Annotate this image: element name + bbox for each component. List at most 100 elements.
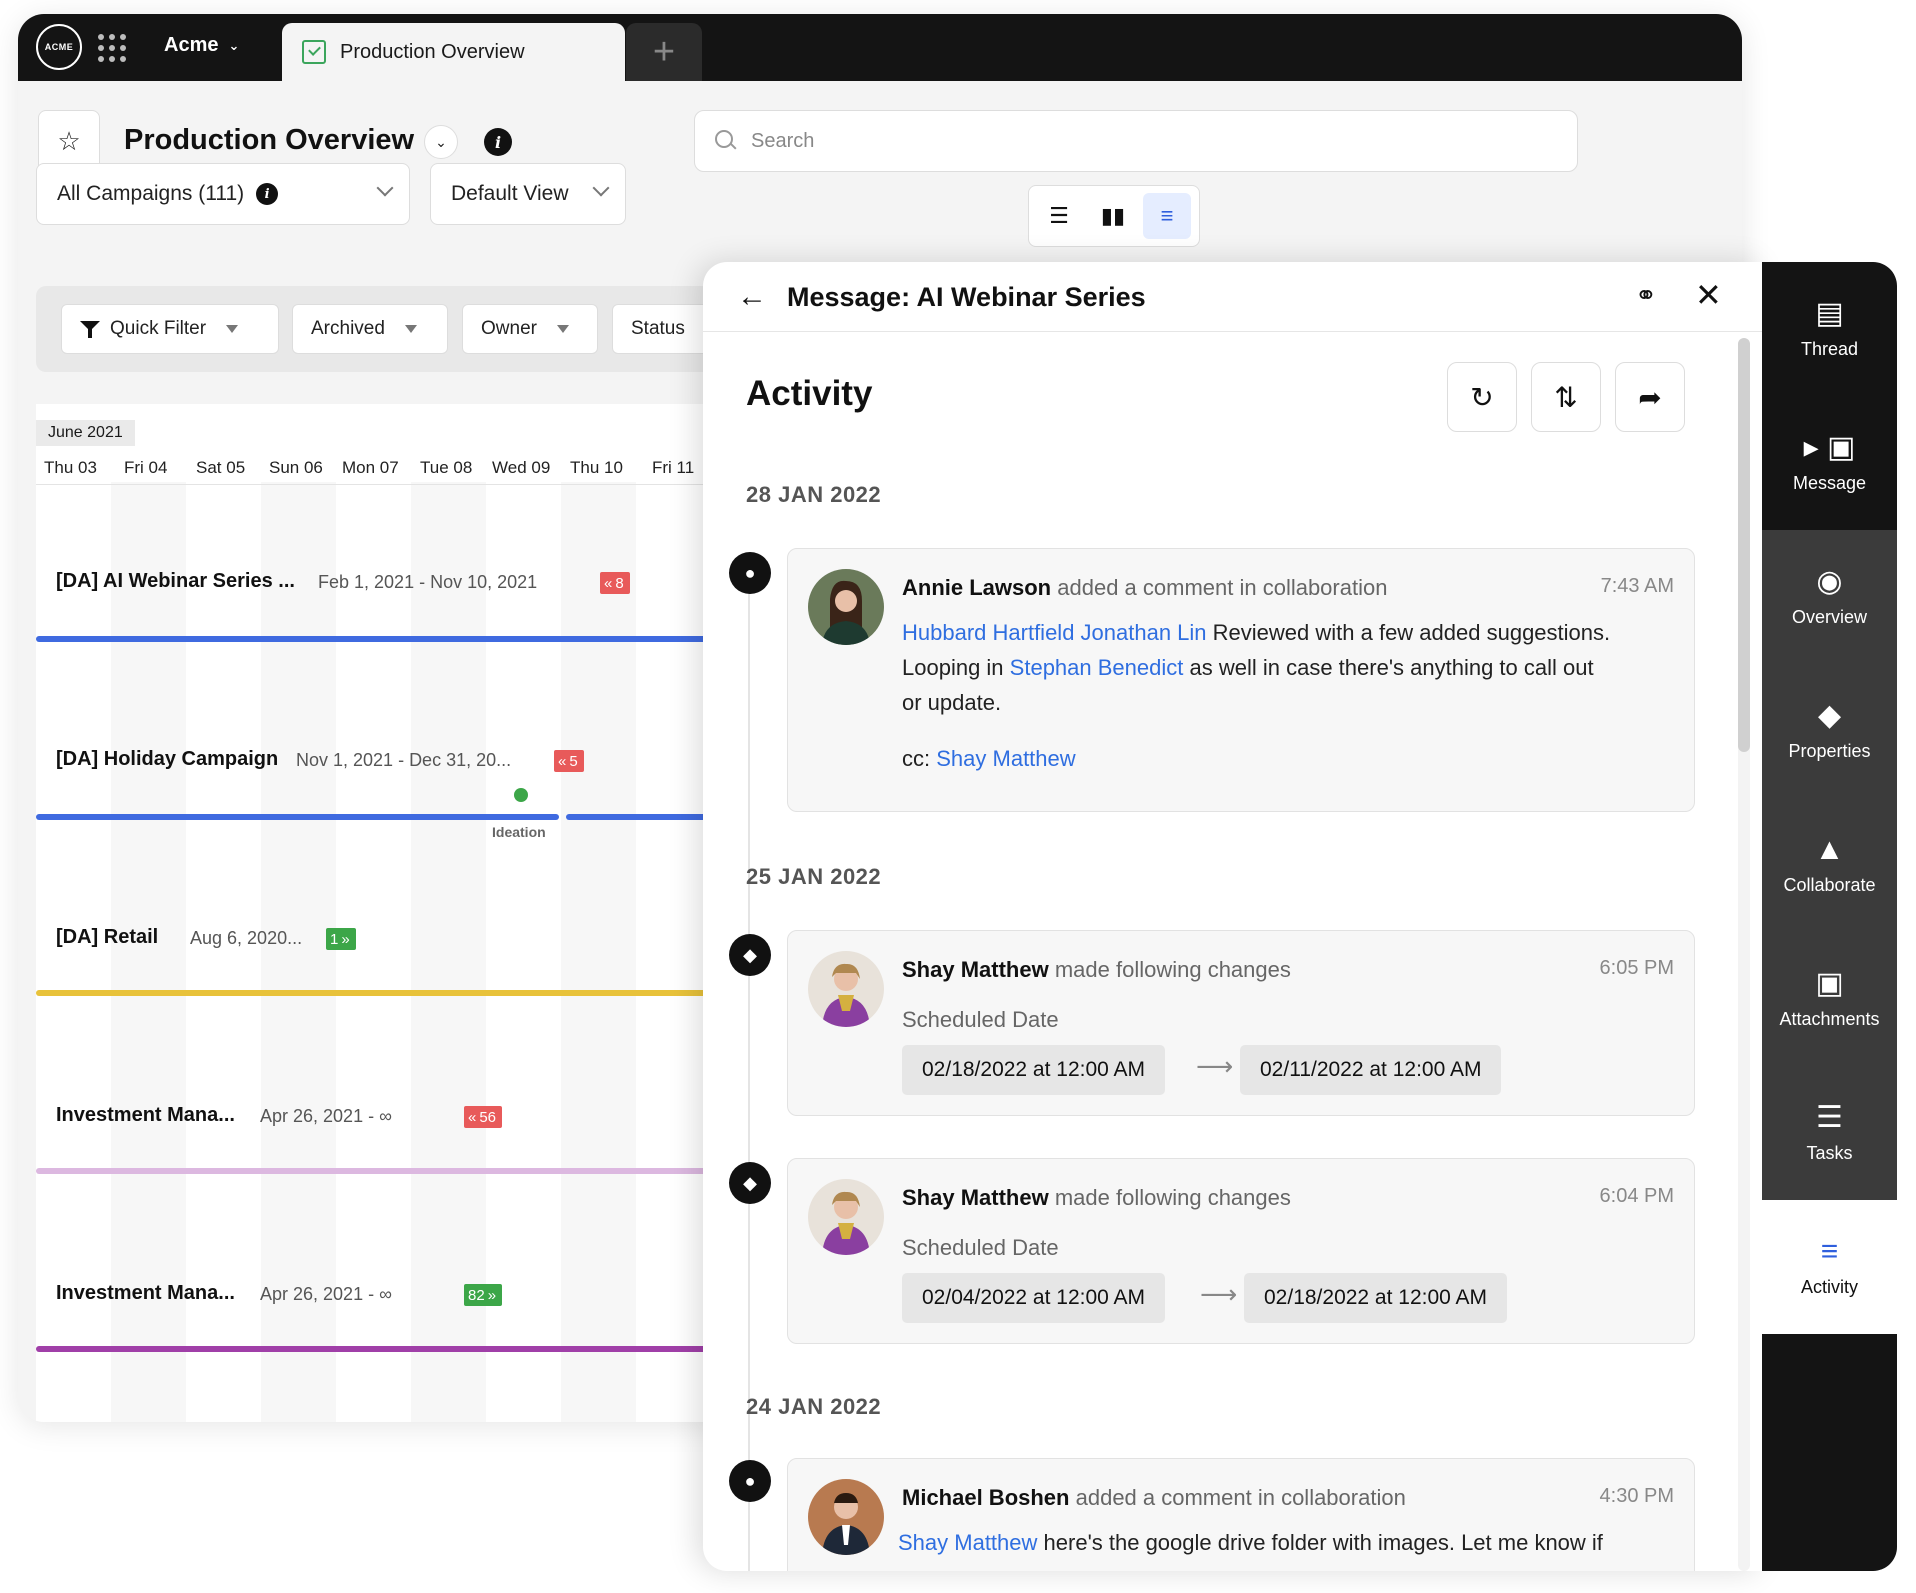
quick-filter-label: Quick Filter: [110, 318, 207, 339]
calendar-day: Fri 04: [124, 458, 168, 477]
archived-filter-button[interactable]: Archived: [292, 304, 448, 354]
comment-line: Reviewed with a few added suggestions.: [1212, 620, 1611, 645]
campaign-row-title[interactable]: [DA] AI Webinar Series ...: [56, 570, 295, 593]
activity-card: Annie Lawson added a comment in collabor…: [787, 548, 1695, 812]
owner-filter-label: Owner: [481, 318, 537, 339]
user-name[interactable]: Shay Matthew: [902, 957, 1049, 982]
user-name[interactable]: Shay Matthew: [902, 1185, 1049, 1210]
info-icon[interactable]: i: [484, 128, 512, 156]
side-rail: ▤ Thread ▸ ▣ Message ◉ Overview ◆ Proper…: [1762, 262, 1897, 1571]
org-switcher[interactable]: Acme ⌄: [164, 34, 239, 57]
mention-link[interactable]: Hubbard Hartfield Jonathan Lin: [902, 620, 1207, 645]
org-name: Acme: [164, 34, 219, 56]
rail-item-collaborate[interactable]: ▲ Collaborate: [1762, 798, 1897, 932]
title-menu-button[interactable]: ⌄: [424, 125, 458, 159]
back-button[interactable]: ←: [737, 280, 767, 314]
campaign-row-title[interactable]: Investment Mana...: [56, 1104, 235, 1127]
rail-item-attachments[interactable]: ▣ Attachments: [1762, 932, 1897, 1066]
tag-icon: ◆: [729, 1162, 771, 1204]
share-icon: ⚭: [1635, 280, 1657, 310]
campaign-bar[interactable]: [36, 990, 736, 996]
arrow-right-icon: ⟶: [1196, 1051, 1234, 1081]
calendar-day: Sat 05: [196, 458, 246, 477]
campaign-bar[interactable]: [36, 1346, 736, 1352]
add-tab-button[interactable]: +: [626, 23, 702, 81]
app-grid-icon[interactable]: [98, 34, 126, 62]
sort-button[interactable]: ⇅: [1531, 362, 1601, 432]
share-button[interactable]: ⚭: [1635, 280, 1657, 311]
overdue-badge[interactable]: «56: [464, 1106, 503, 1128]
user-name[interactable]: Michael Boshen: [902, 1485, 1069, 1510]
campaign-selector[interactable]: All Campaigns (111) i: [36, 163, 410, 225]
owner-filter-button[interactable]: Owner: [462, 304, 598, 354]
acme-logo[interactable]: ACME: [36, 24, 82, 70]
calendar-month: June 2021: [36, 420, 135, 446]
milestone-dot[interactable]: [514, 788, 528, 802]
double-chevron-left-icon: «: [604, 574, 613, 592]
close-button[interactable]: ✕: [1695, 276, 1722, 314]
view-selector[interactable]: Default View: [430, 163, 626, 225]
archived-filter-label: Archived: [311, 318, 385, 339]
avatar[interactable]: [808, 951, 884, 1027]
quick-filter-button[interactable]: Quick Filter: [61, 304, 279, 354]
rail-item-thread[interactable]: ▤ Thread: [1762, 262, 1897, 396]
date-heading: 24 JAN 2022: [746, 1394, 882, 1419]
double-chevron-left-icon: «: [558, 752, 567, 770]
mention-link[interactable]: Stephan Benedict: [1010, 655, 1184, 680]
campaign-row-title[interactable]: [DA] Retail: [56, 926, 158, 949]
export-button[interactable]: ➦: [1615, 362, 1685, 432]
rail-item-message[interactable]: ▸ ▣ Message: [1762, 396, 1897, 530]
sliders-icon: ≡: [1160, 203, 1174, 228]
avatar[interactable]: [808, 569, 884, 645]
activity-time: 4:30 PM: [1599, 1485, 1674, 1507]
overdue-badge[interactable]: «8: [600, 572, 630, 594]
activity-summary: Michael Boshen added a comment in collab…: [902, 1485, 1406, 1511]
board-view-button[interactable]: ▮▮: [1089, 193, 1137, 239]
rail-item-overview[interactable]: ◉ Overview: [1762, 530, 1897, 664]
mention-link[interactable]: Shay Matthew: [936, 746, 1075, 771]
badge-count: 56: [479, 1108, 497, 1126]
campaign-row-dates: Aug 6, 2020...: [190, 928, 303, 948]
badge-count: 5: [569, 752, 578, 770]
kanban-icon: ▮▮: [1100, 203, 1126, 228]
campaign-row-title[interactable]: Investment Mana...: [56, 1282, 235, 1305]
tab-production-overview[interactable]: Production Overview: [282, 23, 625, 81]
new-value-chip: 02/11/2022 at 12:00 AM: [1240, 1045, 1502, 1095]
export-icon: ➦: [1638, 381, 1662, 413]
calendar-day: Mon 07: [342, 458, 399, 477]
ahead-badge[interactable]: 82»: [464, 1284, 503, 1306]
avatar[interactable]: [808, 1479, 884, 1555]
overdue-badge[interactable]: «5: [554, 750, 584, 772]
rail-item-tasks[interactable]: ☰ Tasks: [1762, 1066, 1897, 1200]
activity-card: Shay Matthew made following changes 6:05…: [787, 930, 1695, 1116]
ahead-badge[interactable]: 1»: [326, 928, 356, 950]
attachments-icon: ▣: [1815, 966, 1844, 1000]
user-name[interactable]: Annie Lawson: [902, 575, 1051, 600]
activity-time: 6:04 PM: [1599, 1185, 1674, 1207]
scrollbar-thumb[interactable]: [1738, 338, 1750, 752]
activity-action: made following changes: [1054, 957, 1291, 982]
refresh-button[interactable]: ↻: [1447, 362, 1517, 432]
sort-icon: ⇅: [1554, 381, 1578, 413]
campaign-row-title[interactable]: [DA] Holiday Campaign: [56, 748, 278, 771]
info-icon[interactable]: i: [256, 183, 279, 205]
timeline-view-button[interactable]: ≡: [1143, 193, 1191, 239]
comment-line: as well in case there's anything to call…: [1189, 655, 1594, 680]
activity-summary: Shay Matthew made following changes: [902, 957, 1291, 983]
campaign-bar[interactable]: [36, 636, 736, 642]
rail-item-properties[interactable]: ◆ Properties: [1762, 664, 1897, 798]
calendar-day: Thu 03: [44, 458, 97, 477]
search-input[interactable]: [749, 128, 1549, 154]
list-view-button[interactable]: ☰: [1035, 193, 1083, 239]
rail-item-label: Properties: [1788, 740, 1871, 761]
campaign-bar[interactable]: [36, 1168, 736, 1174]
mention-link[interactable]: Shay Matthew: [898, 1530, 1037, 1555]
rail-item-activity[interactable]: ≡ Activity: [1762, 1200, 1897, 1334]
avatar[interactable]: [808, 1179, 884, 1255]
campaign-bar[interactable]: [36, 814, 559, 820]
status-filter-label: Status: [631, 318, 685, 339]
message-detail-panel: ← Message: AI Webinar Series ⚭ ✕ Activit…: [703, 262, 1762, 1571]
milestone-label: Ideation: [492, 824, 546, 840]
thread-icon: ▤: [1815, 296, 1844, 330]
collaborate-icon: ●: [729, 552, 771, 594]
